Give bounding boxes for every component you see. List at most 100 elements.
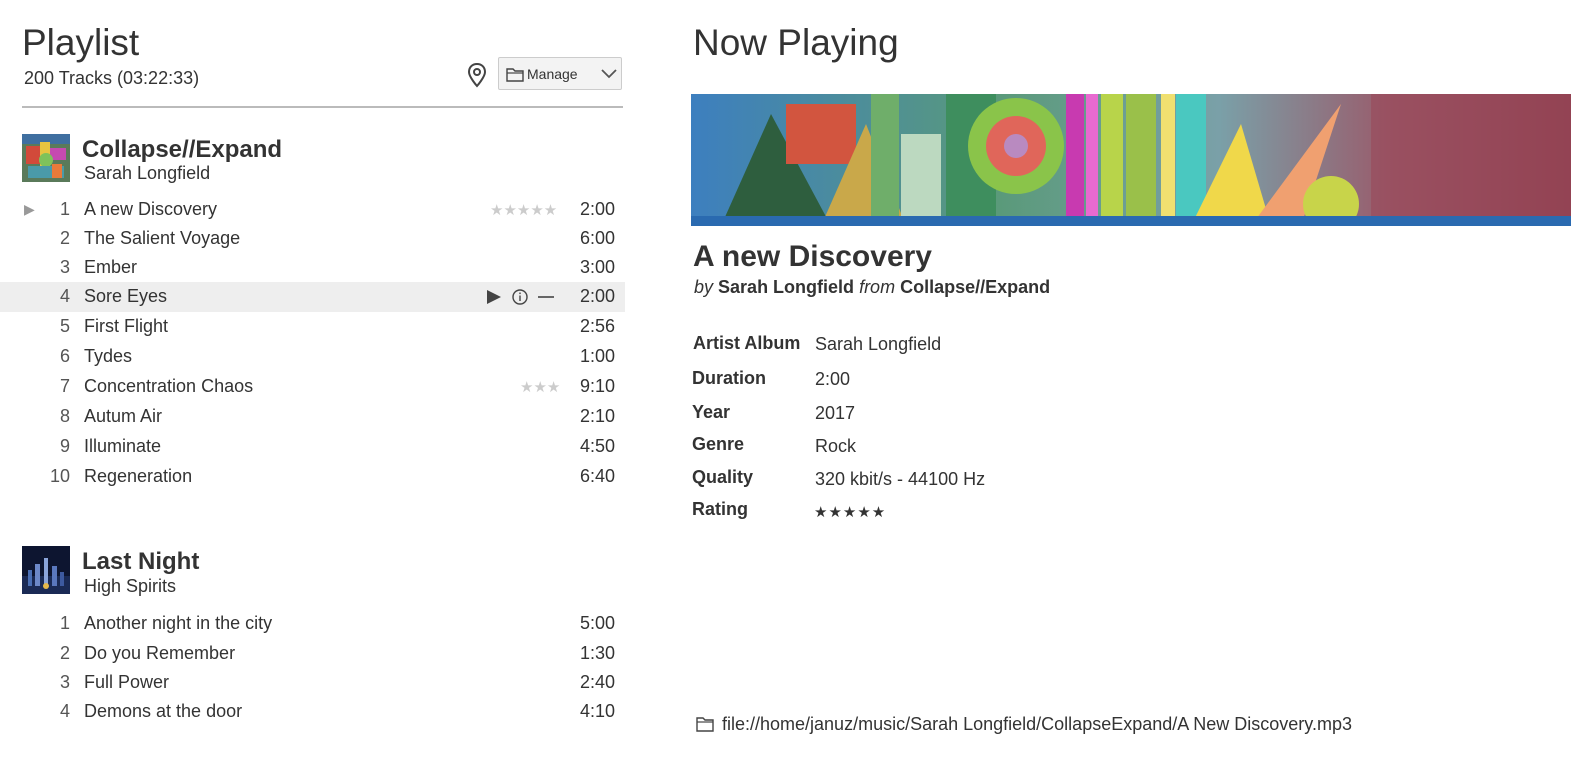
track-duration: 1:30 bbox=[579, 643, 615, 663]
track-duration: 6:40 bbox=[579, 466, 615, 486]
album-art-banner bbox=[691, 94, 1571, 226]
detail-value-artist-album: Sarah Longfield bbox=[815, 334, 942, 354]
track-number: 6 bbox=[59, 346, 70, 366]
detail-value-duration: 2:00 bbox=[815, 369, 851, 389]
track-actions bbox=[487, 289, 554, 305]
track-duration: 2:00 bbox=[579, 199, 615, 219]
track-duration: 9:10 bbox=[579, 376, 615, 396]
track-name: Ember bbox=[84, 257, 138, 277]
now-playing-heading: Now Playing bbox=[693, 22, 899, 63]
track-row[interactable]: 1 Another night in the city 5:00 bbox=[0, 609, 625, 639]
album-cover-last-night[interactable] bbox=[22, 546, 70, 594]
album-cover-collapse-expand[interactable] bbox=[22, 134, 70, 182]
by-word: by bbox=[694, 277, 714, 297]
current-artist-link[interactable]: Sarah Longfield bbox=[718, 277, 854, 297]
detail-value-rating[interactable]: ★★★★★ bbox=[814, 503, 886, 521]
track-name: Do you Remember bbox=[84, 643, 236, 663]
track-number: 3 bbox=[59, 672, 70, 692]
track-duration: 2:40 bbox=[579, 672, 615, 692]
manage-dropdown[interactable]: Manage bbox=[498, 57, 622, 90]
detail-label-rating: Rating bbox=[692, 499, 748, 519]
track-name: Demons at the door bbox=[84, 701, 243, 721]
track-name: First Flight bbox=[84, 316, 169, 336]
track-name: A new Discovery bbox=[84, 199, 218, 219]
track-row[interactable]: 3 Full Power 2:40 bbox=[0, 668, 625, 698]
album-title: Last Night bbox=[82, 548, 200, 575]
track-row[interactable]: 9 Illuminate 4:50 bbox=[0, 432, 625, 462]
playlist-title: Playlist bbox=[22, 22, 140, 63]
detail-value-genre: Rock bbox=[815, 436, 857, 456]
track-row[interactable]: 3 Ember 3:00 bbox=[0, 253, 625, 283]
track-duration: 5:00 bbox=[579, 613, 615, 633]
track-row[interactable]: ▶ 1 A new Discovery ★★★★★ 2:00 bbox=[0, 195, 625, 225]
detail-label-duration: Duration bbox=[692, 368, 766, 388]
track-number: 7 bbox=[59, 376, 70, 396]
track-name: The Salient Voyage bbox=[84, 228, 241, 248]
track-row[interactable]: 8 Autum Air 2:10 bbox=[0, 402, 625, 432]
track-number: 10 bbox=[49, 466, 70, 486]
playlist-divider bbox=[22, 106, 623, 108]
album-title: Collapse//Expand bbox=[82, 136, 283, 163]
track-rating[interactable]: ★★★★★ bbox=[490, 201, 557, 219]
detail-label-quality: Quality bbox=[692, 467, 754, 487]
track-row[interactable]: 4 Demons at the door 4:10 bbox=[0, 697, 625, 727]
folder-icon[interactable] bbox=[696, 716, 714, 732]
folder-icon bbox=[506, 68, 524, 82]
track-row[interactable]: 2 Do you Remember 1:30 bbox=[0, 639, 625, 669]
chevron-down-icon bbox=[601, 69, 617, 79]
minus-icon[interactable] bbox=[538, 296, 554, 298]
track-row[interactable]: 7 Concentration Chaos ★★★ 9:10 bbox=[0, 372, 625, 402]
file-path[interactable]: file://home/januz/music/Sarah Longfield/… bbox=[722, 714, 1352, 735]
track-row[interactable]: 2 The Salient Voyage 6:00 bbox=[0, 224, 625, 254]
detail-value-quality: 320 kbit/s - 44100 Hz bbox=[815, 469, 986, 489]
track-number: 1 bbox=[59, 613, 70, 633]
track-number: 4 bbox=[59, 286, 70, 306]
track-number: 2 bbox=[59, 228, 70, 248]
track-duration: 3:00 bbox=[579, 257, 615, 277]
track-name: Illuminate bbox=[84, 436, 162, 456]
track-duration: 6:00 bbox=[579, 228, 615, 248]
play-icon[interactable] bbox=[487, 290, 501, 304]
track-rating[interactable]: ★★★ bbox=[520, 378, 560, 396]
track-name: Another night in the city bbox=[84, 613, 273, 633]
current-song-byline: by Sarah Longfield from Collapse//Expand bbox=[694, 277, 1050, 298]
track-duration: 2:10 bbox=[579, 406, 615, 426]
manage-label: Manage bbox=[527, 66, 578, 82]
track-name: Concentration Chaos bbox=[84, 376, 254, 396]
track-name: Full Power bbox=[84, 672, 170, 692]
current-song-title: A new Discovery bbox=[693, 240, 932, 273]
playlist-summary: 200 Tracks (03:22:33) bbox=[24, 68, 200, 88]
location-pin-icon[interactable] bbox=[466, 62, 488, 88]
album-artist: High Spirits bbox=[84, 576, 177, 596]
track-number: 1 bbox=[59, 199, 70, 219]
track-number: 3 bbox=[59, 257, 70, 277]
now-playing-indicator-icon: ▶ bbox=[24, 201, 35, 217]
detail-label-genre: Genre bbox=[692, 434, 745, 454]
track-duration: 2:00 bbox=[579, 286, 615, 306]
current-album-link[interactable]: Collapse//Expand bbox=[900, 277, 1050, 297]
track-name: Regeneration bbox=[84, 466, 193, 486]
track-name: Tydes bbox=[84, 346, 133, 366]
track-row[interactable]: 6 Tydes 1:00 bbox=[0, 342, 625, 372]
playlist-panel: Playlist 200 Tracks (03:22:33) Manage Co… bbox=[0, 0, 625, 777]
track-number: 9 bbox=[59, 436, 70, 456]
track-name: Sore Eyes bbox=[84, 286, 168, 306]
track-duration: 1:00 bbox=[579, 346, 615, 366]
detail-label-year: Year bbox=[692, 402, 731, 422]
track-row-hovered[interactable]: 4 Sore Eyes 2:00 bbox=[0, 282, 625, 312]
detail-value-year: 2017 bbox=[815, 403, 856, 423]
track-number: 8 bbox=[59, 406, 70, 426]
track-duration: 4:50 bbox=[579, 436, 615, 456]
album-artist: Sarah Longfield bbox=[84, 163, 211, 183]
track-number: 4 bbox=[59, 701, 70, 721]
info-icon[interactable] bbox=[512, 289, 528, 305]
track-name: Autum Air bbox=[84, 406, 163, 426]
from-word: from bbox=[859, 277, 896, 297]
track-row[interactable]: 5 First Flight 2:56 bbox=[0, 312, 625, 342]
track-number: 2 bbox=[59, 643, 70, 663]
track-number: 5 bbox=[59, 316, 70, 336]
track-row[interactable]: 10 Regeneration 6:40 bbox=[0, 462, 625, 492]
track-duration: 4:10 bbox=[579, 701, 615, 721]
track-duration: 2:56 bbox=[579, 316, 615, 336]
detail-label-artist-album: Artist Album bbox=[693, 333, 801, 353]
